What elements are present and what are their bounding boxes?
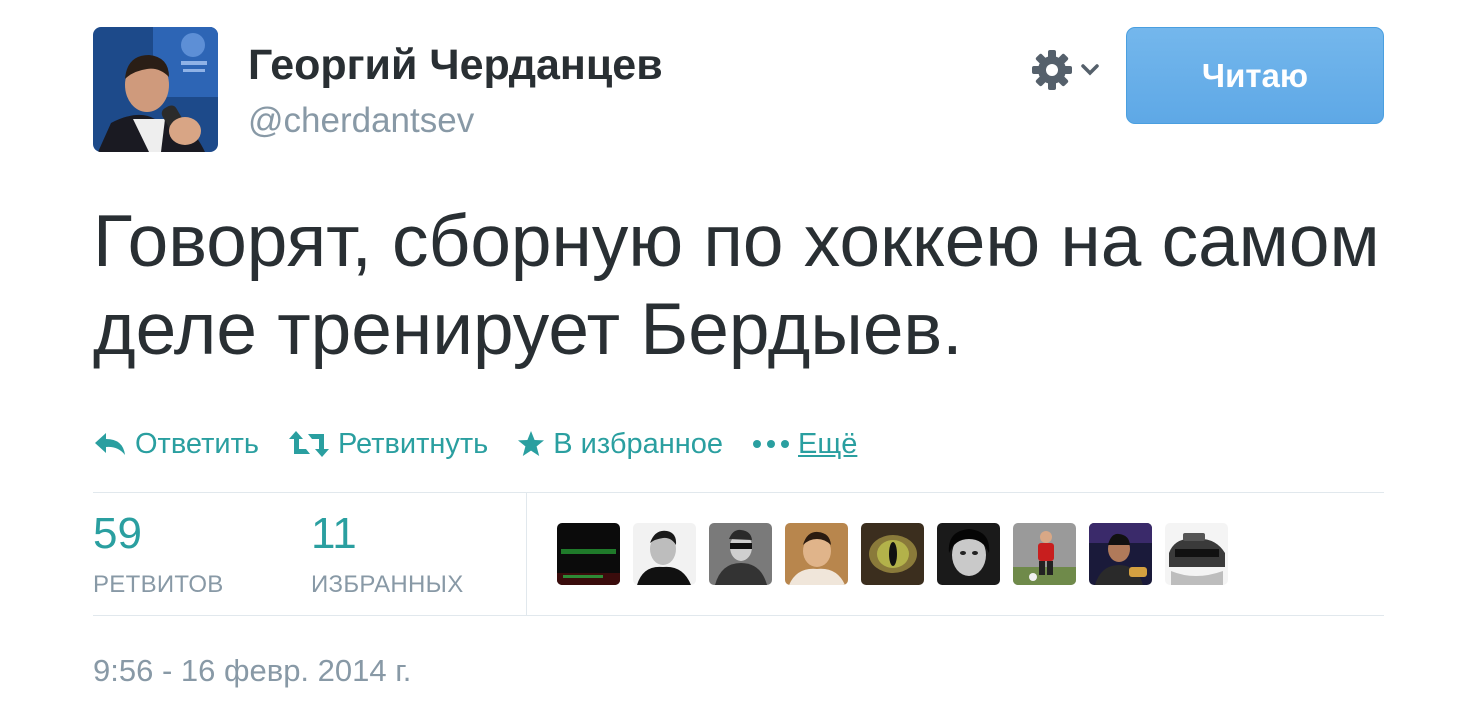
gear-icon xyxy=(1030,48,1074,97)
favoriter-avatar[interactable] xyxy=(709,523,772,585)
tweet-actions: Ответить Ретвитнуть В избранное Ещё xyxy=(93,424,886,464)
favoriter-avatar[interactable] xyxy=(1089,523,1152,585)
retweets-stat[interactable]: 59 РЕТВИТОВ xyxy=(93,512,224,597)
stats-divider-top xyxy=(93,492,1384,493)
favoriter-avatar[interactable] xyxy=(1165,523,1228,585)
author-handle[interactable]: @cherdantsev xyxy=(248,103,474,138)
author-name[interactable]: Георгий Черданцев xyxy=(248,44,663,87)
star-icon xyxy=(517,430,545,458)
favoriter-avatar[interactable] xyxy=(633,523,696,585)
more-dots-icon xyxy=(752,438,790,450)
retweet-label: Ретвитнуть xyxy=(337,427,489,460)
retweets-label: РЕТВИТОВ xyxy=(93,571,224,598)
reply-label: Ответить xyxy=(135,427,259,460)
settings-menu[interactable] xyxy=(1030,48,1108,97)
favoriter-avatars xyxy=(557,523,1228,585)
retweet-icon xyxy=(288,430,330,458)
favoriter-avatar[interactable] xyxy=(861,523,924,585)
stats-separator xyxy=(526,493,527,615)
retweets-count: 59 xyxy=(93,509,142,558)
more-label: Ещё xyxy=(798,427,858,460)
favorites-count: 11 xyxy=(311,509,357,558)
more-button[interactable]: Ещё xyxy=(752,428,857,461)
tweet-timestamp[interactable]: 9:56 - 16 февр. 2014 г. xyxy=(93,655,411,686)
favoriter-avatar[interactable] xyxy=(557,523,620,585)
retweet-button[interactable]: Ретвитнуть xyxy=(288,428,488,461)
favorites-stat[interactable]: 11 ИЗБРАННЫХ xyxy=(311,512,464,597)
follow-button[interactable]: Читаю xyxy=(1126,27,1384,124)
favoriter-avatar[interactable] xyxy=(937,523,1000,585)
reply-icon xyxy=(93,431,127,457)
favorite-button[interactable]: В избранное xyxy=(517,428,723,461)
favoriter-avatar[interactable] xyxy=(1013,523,1076,585)
favorites-label: ИЗБРАННЫХ xyxy=(311,571,464,598)
author-avatar[interactable] xyxy=(93,27,218,152)
favorite-label: В избранное xyxy=(553,427,724,460)
tweet-text: Говорят, сборную по хоккею на самом деле… xyxy=(93,201,1380,370)
chevron-down-icon xyxy=(1080,63,1100,82)
favoriter-avatar[interactable] xyxy=(785,523,848,585)
stats-divider-bottom xyxy=(93,615,1384,616)
tweet-card: Георгий Черданцев @cherdantsev Читаю Гов… xyxy=(0,0,1460,721)
reply-button[interactable]: Ответить xyxy=(93,428,259,461)
